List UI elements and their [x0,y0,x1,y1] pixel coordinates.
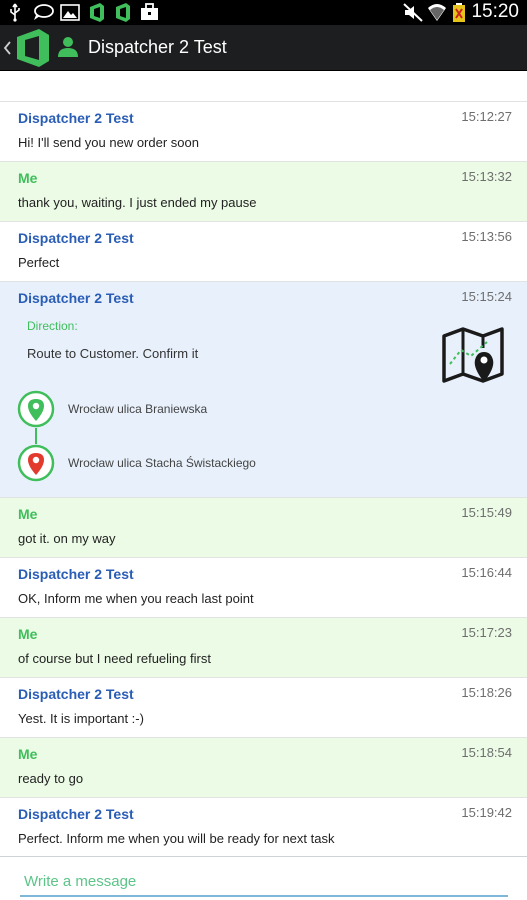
message-time: 15:16:44 [461,565,512,580]
user-icon [58,36,78,58]
message-item[interactable]: Me 15:15:49 got it. on my way [0,498,527,558]
message-sender: Dispatcher 2 Test [18,806,134,822]
action-bar: Dispatcher 2 Test [0,25,527,71]
message-item[interactable]: Dispatcher 2 Test 15:13:56 Perfect [0,222,527,282]
message-item[interactable]: Dispatcher 2 Test 15:16:44 OK, Inform me… [0,558,527,618]
message-input[interactable] [20,867,508,897]
message-time: 15:17:23 [461,625,512,640]
end-address: Wrocław ulica Stacha Świstackiego [68,456,256,470]
message-time: 15:13:32 [461,169,512,184]
app-notification-icon [114,3,132,22]
direction-text: Route to Customer. Confirm it [27,346,199,361]
clock: 15:20 [471,1,519,22]
chat-bubble-icon [32,3,54,22]
message-item[interactable]: Me 15:17:23 of course but I need refueli… [0,618,527,678]
message-time: 15:18:26 [461,685,512,700]
message-sender: Dispatcher 2 Test [18,566,134,582]
message-text: OK, Inform me when you reach last point [18,591,254,606]
message-item[interactable]: Me 15:18:54 ready to go [0,738,527,798]
message-sender: Dispatcher 2 Test [18,290,134,306]
status-bar: 15:20 [0,0,527,25]
message-sender: Me [18,170,38,186]
battery-icon [452,3,466,22]
wifi-icon [428,3,446,22]
message-sender: Dispatcher 2 Test [18,230,134,246]
message-item[interactable]: Me 15:13:32 thank you, waiting. I just e… [0,162,527,222]
route-connector [35,428,37,444]
message-text: Hi! I'll send you new order soon [18,135,199,150]
message-time: 15:19:42 [461,805,512,820]
app-logo-icon[interactable] [15,29,51,67]
message-text: ready to go [18,771,84,786]
message-sender: Dispatcher 2 Test [18,686,134,702]
message-time: 15:18:54 [461,745,512,760]
mute-icon [403,3,423,22]
message-sender: Me [18,506,38,522]
image-icon [60,3,80,22]
chat-list[interactable]: Dispatcher 2 Test 15:12:27 Hi! I'll send… [0,72,527,858]
back-chevron-icon[interactable] [3,38,11,58]
message-time: 15:15:49 [461,505,512,520]
message-text: got it. on my way [18,531,116,546]
message-time: 15:15:24 [461,289,512,304]
message-text: thank you, waiting. I just ended my paus… [18,195,257,210]
usb-icon [8,3,22,22]
message-sender: Me [18,626,38,642]
message-time: 15:12:27 [461,109,512,124]
direction-label: Direction: [27,319,78,333]
list-top-spacer [0,72,527,102]
message-item[interactable]: Dispatcher 2 Test 15:19:42 Perfect. Info… [0,798,527,858]
message-text: Yest. It is important :-) [18,711,144,726]
message-text: Perfect [18,255,60,270]
message-item[interactable]: Dispatcher 2 Test 15:12:27 Hi! I'll send… [0,102,527,162]
task-message-item[interactable]: Dispatcher 2 Test 15:15:24 Direction: Ro… [0,282,527,498]
message-sender: Me [18,746,38,762]
start-address: Wrocław ulica Braniewska [68,402,208,416]
map-icon[interactable] [441,326,505,384]
start-pin-icon [17,390,55,428]
message-time: 15:13:56 [461,229,512,244]
message-text: Perfect. Inform me when you will be read… [18,831,335,846]
app-notification-icon [88,3,106,22]
message-item[interactable]: Dispatcher 2 Test 15:18:26 Yest. It is i… [0,678,527,738]
message-composer [0,856,527,900]
message-sender: Dispatcher 2 Test [18,110,134,126]
end-pin-icon [17,444,55,482]
briefcase-icon [140,3,159,22]
message-text: of course but I need refueling first [18,651,211,666]
page-title: Dispatcher 2 Test [88,37,227,57]
